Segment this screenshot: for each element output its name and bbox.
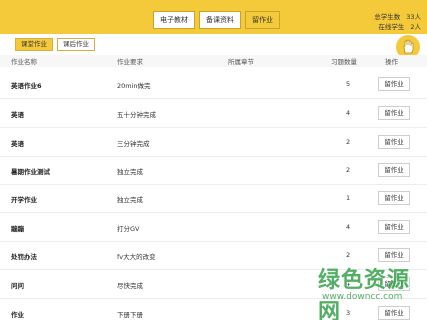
homework-requirement: 独立完成 xyxy=(117,168,143,176)
homework-requirement: 打分GV xyxy=(117,225,140,233)
question-count: 5 xyxy=(346,80,351,88)
sub-tab-bar: 课堂作业 课后作业 xyxy=(0,34,427,54)
table-row: 英语 五十分钟完成 4 留作业 xyxy=(0,99,427,128)
assign-homework-button[interactable]: 留作业 xyxy=(378,77,410,91)
stat-value: 33人 xyxy=(406,13,421,21)
assign-homework-button[interactable]: 留作业 xyxy=(378,191,410,205)
col-action-header: 操作 xyxy=(385,58,398,66)
homework-requirement: 下册下册 xyxy=(117,311,143,319)
stat-label: 总学生数 xyxy=(374,13,401,21)
question-count: 2 xyxy=(346,166,351,174)
table-row: 暑期作业测试 独立完成 2 留作业 xyxy=(0,156,427,185)
question-count: 4 xyxy=(346,223,351,231)
homework-name: 暑期作业测试 xyxy=(11,168,50,176)
col-chapter-header: 所属章节 xyxy=(228,58,254,66)
hand-icon xyxy=(403,39,414,54)
stat-value: 2人 xyxy=(410,23,421,31)
subtab-after-class[interactable]: 课后作业 xyxy=(57,38,95,51)
homework-name: 蹦蹦 xyxy=(11,225,24,233)
top-bar: 电子教材 备课资料 留作业 总学生数 33人 在线学生 2人 xyxy=(0,0,427,34)
tab-electronic-textbook[interactable]: 电子教材 xyxy=(153,11,195,29)
assign-homework-button[interactable]: 留作业 xyxy=(378,220,410,234)
table-row: 英语作业6 20min做完 5 留作业 xyxy=(0,70,427,99)
question-count: 2 xyxy=(346,251,351,259)
assign-homework-button[interactable]: 留作业 xyxy=(378,106,410,120)
table-row: 开学作业 独立完成 1 留作业 xyxy=(0,184,427,213)
homework-name: 英语作业6 xyxy=(11,82,42,90)
homework-requirement: 五十分钟完成 xyxy=(117,111,156,119)
tab-assign-homework[interactable]: 留作业 xyxy=(245,11,280,29)
watermark: 绿色资源网 www.downcc.com xyxy=(300,262,420,320)
homework-name: 处罚办法 xyxy=(11,253,37,261)
homework-name: 开学作业 xyxy=(11,196,37,204)
col-requirement-header: 作业要求 xyxy=(117,58,143,66)
homework-name: 英语 xyxy=(11,140,24,148)
assign-homework-button[interactable]: 留作业 xyxy=(378,248,410,262)
subtab-classwork[interactable]: 课堂作业 xyxy=(15,38,53,51)
homework-requirement: 20min做完 xyxy=(117,82,151,90)
homework-name: 英语 xyxy=(11,111,24,119)
table-row: 英语 三分钟完成 2 留作业 xyxy=(0,128,427,157)
question-count: 2 xyxy=(346,138,351,146)
stat-label: 在线学生 xyxy=(378,23,405,31)
homework-requirement: 独立完成 xyxy=(117,196,143,204)
table-header: 作业名称 作业要求 所属章节 习题数量 操作 xyxy=(0,55,427,67)
homework-requirement: 三分钟完成 xyxy=(117,140,150,148)
homework-requirement: 尽快完成 xyxy=(117,282,143,290)
col-name-header: 作业名称 xyxy=(11,58,37,66)
watermark-url: www.downcc.com xyxy=(322,292,403,302)
tab-lesson-materials[interactable]: 备课资料 xyxy=(199,11,241,29)
homework-name: 问问 xyxy=(11,282,24,290)
table-row: 蹦蹦 打分GV 4 留作业 xyxy=(0,213,427,242)
stat-online-students: 在线学生 2人 xyxy=(378,21,421,31)
homework-name: 作业 xyxy=(11,311,24,319)
question-count: 1 xyxy=(346,194,351,202)
watermark-title: 绿色资源网 xyxy=(318,268,411,320)
assign-homework-button[interactable]: 留作业 xyxy=(378,135,410,149)
question-count: 4 xyxy=(346,109,351,117)
col-count-header: 习题数量 xyxy=(331,58,357,66)
assign-homework-button[interactable]: 留作业 xyxy=(378,163,410,177)
stat-total-students: 总学生数 33人 xyxy=(374,11,421,21)
homework-requirement: fv大大的改变 xyxy=(117,253,156,261)
